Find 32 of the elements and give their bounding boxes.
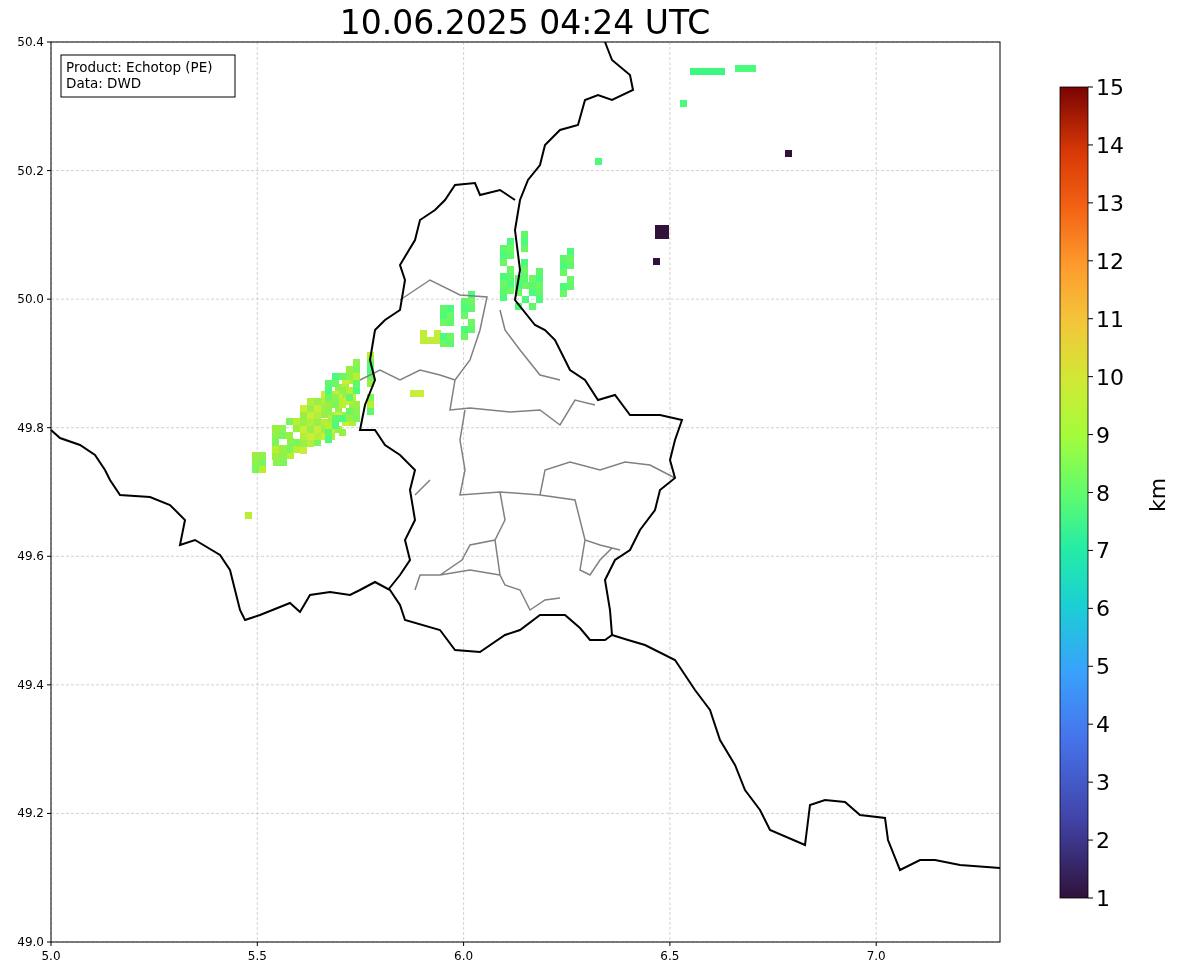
colorbar-tick-label: 14	[1096, 132, 1124, 158]
colorbar-tick-label: 13	[1096, 190, 1124, 216]
colorbar-tick-label: 5	[1096, 654, 1110, 680]
colorbar-tick-label: 8	[1096, 480, 1110, 506]
colorbar-tick-label: 1	[1096, 886, 1110, 911]
y-tick-label: 49.6	[17, 549, 44, 564]
x-tick-label: 5.0	[41, 949, 61, 963]
colorbar-label: km	[1145, 477, 1170, 513]
y-tick-label: 50.4	[17, 35, 44, 49]
colorbar-tick-label: 6	[1096, 596, 1110, 622]
colorbar-tick-label: 2	[1096, 828, 1110, 854]
info-text: Data: DWD	[66, 75, 142, 91]
x-tick-label: 6.5	[660, 949, 680, 963]
colorbar-tick-label: 4	[1096, 712, 1110, 738]
y-tick-label: 49.4	[17, 677, 44, 692]
y-tick-label: 49.2	[17, 806, 44, 821]
y-tick-label: 49.8	[17, 420, 44, 435]
x-tick-label: 6.0	[454, 949, 474, 963]
colorbar-tick-label: 15	[1096, 75, 1124, 100]
colorbar-tick-label: 7	[1096, 538, 1110, 564]
colorbar-tick-label: 3	[1096, 770, 1110, 796]
x-tick-label: 5.5	[247, 949, 267, 963]
y-tick-label: 50.2	[17, 163, 44, 178]
colorbar-tick-label: 12	[1096, 248, 1124, 274]
y-tick-label: 50.0	[17, 292, 44, 307]
y-tick-label: 49.0	[17, 935, 44, 949]
colorbar-tick-label: 9	[1096, 422, 1110, 448]
x-tick-label: 7.0	[866, 949, 886, 963]
info-text: Product: Echotop (PE)	[66, 59, 213, 75]
chart-title: 10.06.2025 04:24 UTC	[339, 3, 711, 42]
colorbar-tick-label: 10	[1096, 364, 1124, 390]
colorbar-tick-label: 11	[1096, 306, 1124, 332]
